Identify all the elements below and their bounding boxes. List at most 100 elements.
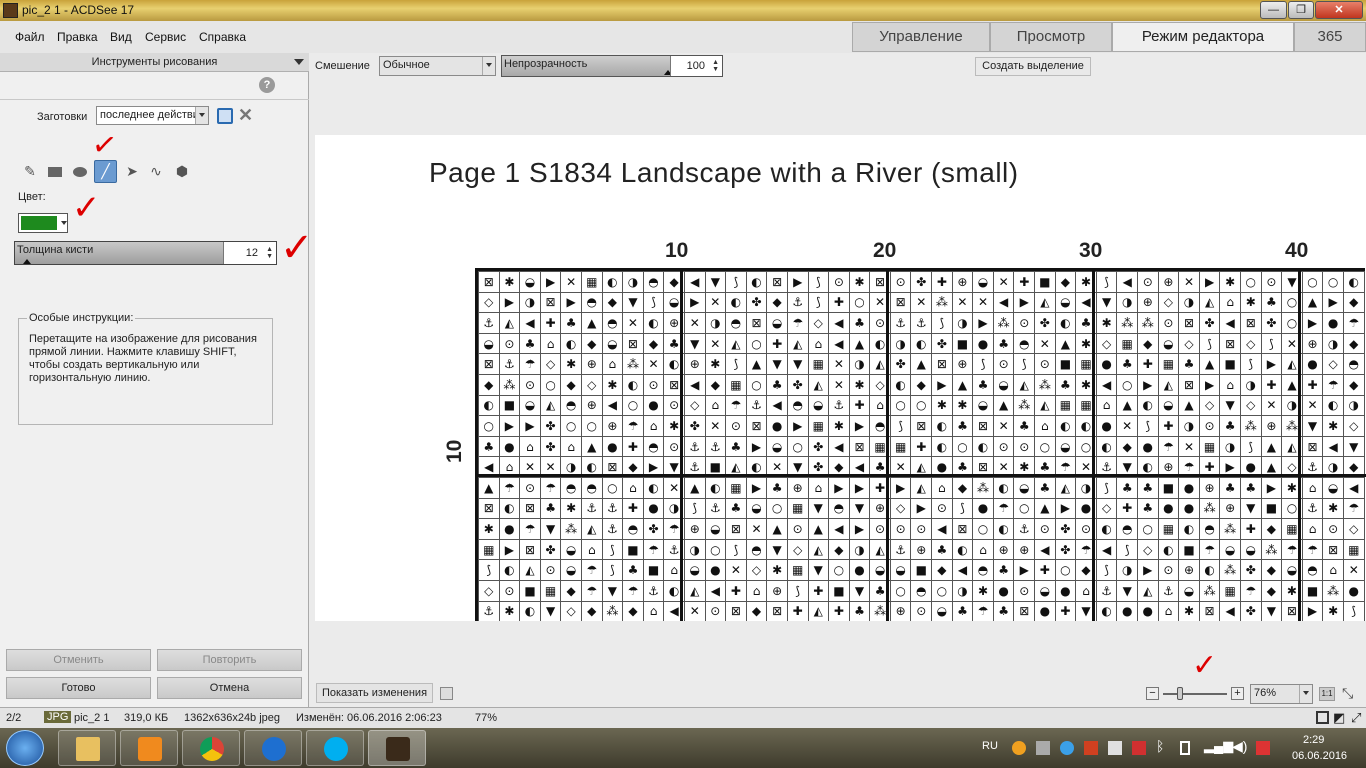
view-mode-icon[interactable] [1316, 711, 1329, 724]
volume-icon[interactable]: ◀) [1232, 738, 1247, 755]
chart-cell: ◀ [683, 373, 706, 396]
chart-cell: ◀ [828, 518, 850, 540]
tab-manage[interactable]: Управление [852, 22, 990, 52]
bluetooth-icon[interactable]: ᛒ [1156, 738, 1164, 754]
chart-cell: ▼ [786, 353, 809, 375]
chart-cell: ✕ [704, 415, 727, 437]
chart-cell: ◐ [1342, 271, 1365, 293]
actual-size-button[interactable]: 1:1 [1319, 687, 1335, 701]
menu-view[interactable]: Вид [110, 30, 132, 44]
tray-misc-icon[interactable] [1108, 741, 1122, 755]
tray-app-icon[interactable] [1012, 741, 1026, 755]
chart-cell: ◓ [580, 291, 603, 314]
chart-cell: ⚓ [580, 497, 603, 520]
opacity-slider[interactable]: Непрозрачность 100 ▲ ▼ [501, 55, 723, 77]
maximize-button[interactable]: ❐ [1288, 1, 1314, 19]
menu-edit[interactable]: Правка [57, 30, 98, 44]
clock-time[interactable]: 2:29 [1303, 734, 1324, 746]
start-button[interactable] [6, 730, 44, 766]
polygon-icon[interactable]: ⬢ [172, 161, 192, 181]
chart-cell: ◀ [828, 332, 850, 355]
collapse-icon[interactable] [294, 59, 304, 65]
tray-sync-icon[interactable] [1060, 741, 1074, 755]
chart-cell: ⊕ [1260, 415, 1283, 437]
spinner-icon[interactable]: ▲ ▼ [712, 59, 719, 73]
color-picker[interactable] [18, 213, 68, 233]
zoom-slider[interactable] [1163, 693, 1227, 695]
menu-tools[interactable]: Сервис [145, 30, 186, 44]
spinner-icon[interactable]: ▲ ▼ [266, 246, 273, 260]
chart-cell: ◓ [1198, 518, 1221, 540]
chart-cell: ⊕ [1301, 332, 1324, 355]
edit-mode-icon[interactable]: ◩ [1333, 710, 1345, 726]
chart-cell: ▲ [478, 476, 500, 499]
signal-icon[interactable]: ▂▄▆ [1204, 738, 1233, 754]
blend-dropdown[interactable]: Обычное [379, 56, 496, 76]
arrow-icon[interactable]: ➤ [122, 161, 142, 181]
tray-shield-icon[interactable] [1132, 741, 1146, 755]
help-icon[interactable]: ? [259, 77, 275, 93]
chart-cell: ◒ [1034, 579, 1056, 602]
status-size: 319,0 КБ [124, 712, 169, 724]
tray-security-icon[interactable] [1084, 741, 1098, 755]
chart-cell: ✤ [931, 332, 953, 355]
taskbar-browser[interactable] [244, 730, 302, 766]
tab-edit[interactable]: Режим редактора [1112, 22, 1294, 52]
chart-cell: ✤ [1260, 312, 1283, 334]
opacity-input[interactable]: 100 ▲ ▼ [670, 56, 722, 76]
taskbar-chrome[interactable] [182, 730, 240, 766]
chart-cell: ▦ [1157, 353, 1180, 375]
close-button[interactable]: ✕ [1315, 1, 1363, 19]
brush-width-slider[interactable]: Толщина кисти 12 ▲ ▼ [14, 241, 277, 265]
zoom-slider-thumb[interactable] [1177, 687, 1183, 700]
menu-help[interactable]: Справка [199, 30, 246, 44]
done-button[interactable]: Готово [6, 677, 151, 699]
chart-cell: ◑ [848, 538, 871, 561]
chart-cell: ⊙ [1034, 353, 1056, 375]
action-center-icon[interactable] [1256, 741, 1270, 755]
chart-cell: ✕ [725, 559, 747, 581]
chart-cell: ◓ [642, 435, 665, 458]
zoom-out-icon[interactable]: − [1146, 687, 1159, 700]
tab-365[interactable]: 365 [1294, 22, 1366, 52]
fullscreen-icon[interactable]: ⤢ [1351, 710, 1361, 726]
chart-cell: ⚓ [889, 538, 912, 561]
taskbar-acdsee[interactable] [368, 730, 426, 766]
chart-cell: ⊙ [642, 373, 665, 396]
clock-date[interactable]: 06.06.2016 [1292, 750, 1347, 762]
zoom-in-icon[interactable]: + [1231, 687, 1244, 700]
redo-button[interactable]: Повторить [157, 649, 302, 671]
minimize-button[interactable]: — [1260, 1, 1287, 19]
language-indicator[interactable]: RU [982, 740, 998, 752]
menu-file[interactable]: Файл [15, 30, 45, 44]
chart-cell: ◇ [1198, 394, 1221, 417]
rectangle-icon[interactable] [45, 161, 65, 181]
save-icon[interactable] [217, 108, 233, 124]
chart-cell: ◒ [1054, 291, 1077, 314]
presets-dropdown[interactable]: последнее действие [96, 106, 209, 125]
taskbar-skype[interactable] [306, 730, 364, 766]
pencil-icon[interactable]: ✎ [20, 161, 40, 181]
fit-icon[interactable]: ⤡ [1342, 685, 1353, 702]
brush-width-input[interactable]: 12 ▲ ▼ [223, 242, 276, 264]
compare-icon[interactable] [440, 687, 453, 700]
tray-network-icon[interactable] [1036, 741, 1050, 755]
undo-button[interactable]: Отменить [6, 649, 151, 671]
image-canvas[interactable]: Page 1 S1834 Landscape with a River (sma… [315, 135, 1366, 621]
curve-icon[interactable]: ∿ [146, 161, 166, 181]
delete-icon[interactable]: ✕ [238, 105, 253, 126]
zoom-dropdown[interactable]: 76% [1250, 684, 1313, 704]
battery-icon[interactable] [1180, 741, 1190, 755]
taskbar-media[interactable] [120, 730, 178, 766]
create-selection-button[interactable]: Создать выделение [975, 57, 1091, 76]
show-changes-button[interactable]: Показать изменения [316, 683, 433, 703]
chart-cell: ◇ [745, 559, 768, 581]
cancel-button[interactable]: Отмена [157, 677, 302, 699]
ellipse-icon[interactable] [70, 161, 90, 181]
panel-header[interactable]: Инструменты рисования [0, 53, 309, 72]
chart-cell: ◇ [1095, 497, 1118, 520]
slider-thumb[interactable] [23, 259, 31, 264]
tab-view[interactable]: Просмотр [990, 22, 1112, 52]
taskbar-explorer[interactable] [58, 730, 116, 766]
chart-cell: ♣ [1219, 415, 1241, 437]
